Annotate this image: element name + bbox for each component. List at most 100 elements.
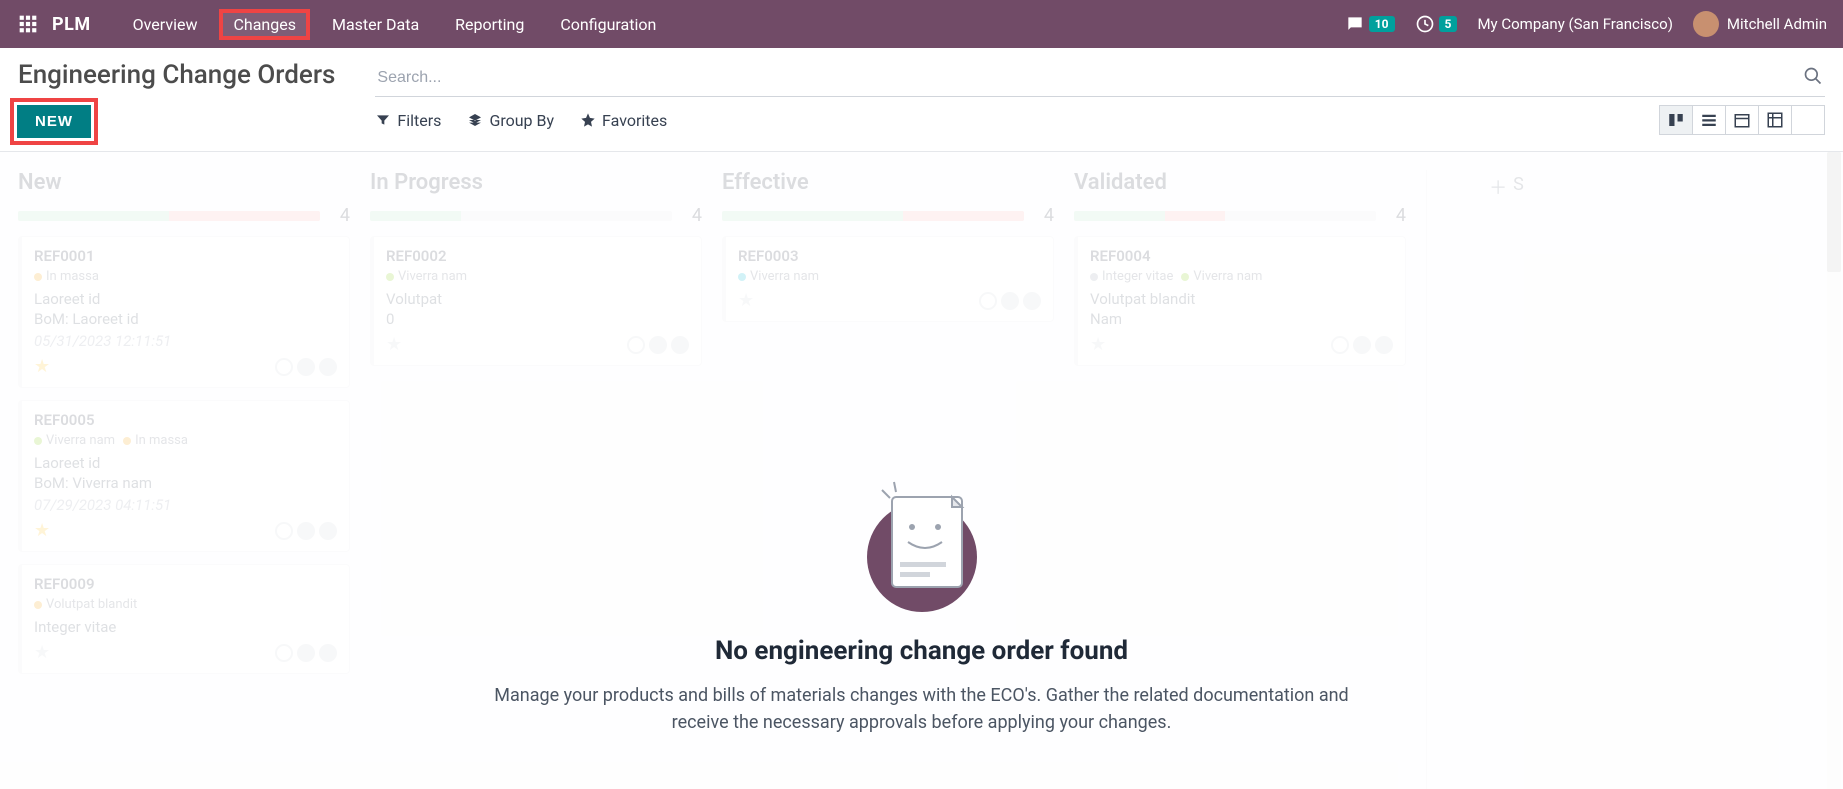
kanban-card[interactable]: REF0002Viverra namVolutpat0★ [370, 236, 702, 366]
empty-state-title: No engineering change order found [472, 636, 1372, 666]
view-calendar[interactable] [1725, 105, 1759, 135]
card-priority-star[interactable]: ★ [34, 520, 50, 541]
card-ref: REF0009 [34, 575, 337, 593]
card-tag-label: Integer vitae [1102, 269, 1173, 284]
apps-launcher[interactable] [16, 12, 40, 36]
card-avatar [649, 336, 667, 354]
add-column-label: S [1513, 174, 1524, 195]
column-title[interactable]: Effective [722, 170, 809, 195]
card-avatar [319, 522, 337, 540]
card-activity-icon[interactable] [1331, 336, 1349, 354]
view-kanban[interactable] [1659, 105, 1693, 135]
layers-icon [467, 112, 483, 128]
nav-overview[interactable]: Overview [119, 9, 212, 40]
list-icon [1700, 111, 1718, 129]
card-avatar [297, 358, 315, 376]
toolbar: Filters Group By Favorites [375, 105, 1825, 135]
column-count: 4 [1386, 205, 1406, 226]
card-tag-label: Volutpat blandit [46, 597, 137, 612]
column-title[interactable]: Validated [1074, 170, 1167, 195]
kanban-card[interactable]: REF0001In massaLaoreet idBoM: Laoreet id… [18, 236, 350, 388]
card-activity-icon[interactable] [275, 644, 293, 662]
brand-label[interactable]: PLM [52, 14, 91, 35]
new-button[interactable]: NEW [17, 105, 91, 138]
discuss-button[interactable]: 10 [1345, 14, 1395, 34]
kanban-card[interactable]: REF0004Integer vitaeViverra namVolutpat … [1074, 236, 1406, 366]
kanban-card[interactable]: REF0003 Viverra nam ★ [722, 236, 1054, 322]
view-switcher [1660, 105, 1825, 135]
card-priority-star[interactable]: ★ [386, 334, 402, 355]
card-tag: Viverra nam [738, 269, 819, 284]
column-count: 4 [682, 205, 702, 226]
nav-configuration[interactable]: Configuration [546, 9, 670, 40]
topbar-right: 10 5 My Company (San Francisco) Mitchell… [1345, 11, 1827, 37]
card-activity-icon[interactable] [275, 522, 293, 540]
column-title[interactable]: In Progress [370, 170, 483, 195]
card-activity-icon[interactable] [627, 336, 645, 354]
star-icon [580, 112, 596, 128]
card-line: Laoreet id [34, 290, 337, 308]
column-progress-bar [18, 211, 320, 221]
card-tag: In massa [123, 433, 188, 448]
plus-icon: ＋ [1489, 174, 1507, 200]
groupby-button[interactable]: Group By [467, 111, 554, 130]
clock-icon [1415, 14, 1435, 34]
card-priority-star[interactable]: ★ [34, 642, 50, 663]
view-pivot[interactable] [1758, 105, 1792, 135]
card-ref: REF0005 [34, 411, 337, 429]
search-button[interactable] [1803, 66, 1823, 90]
nav-changes[interactable]: Changes [219, 9, 310, 40]
card-activity-icon[interactable] [979, 292, 997, 310]
company-selector[interactable]: My Company (San Francisco) [1477, 15, 1672, 33]
vertical-scrollbar[interactable] [1827, 152, 1841, 789]
card-ref: REF0001 [34, 247, 337, 265]
nav-master-data[interactable]: Master Data [318, 9, 433, 40]
card-tag: Volutpat blandit [34, 597, 137, 612]
control-panel: Engineering Change Orders NEW Filters Gr… [0, 48, 1843, 152]
kanban-icon [1667, 111, 1685, 129]
card-priority-star[interactable]: ★ [738, 290, 754, 311]
card-tag-label: Viverra nam [1193, 269, 1262, 284]
activity-button[interactable]: 5 [1415, 14, 1458, 34]
page-title: Engineering Change Orders [18, 60, 335, 90]
card-line: Laoreet id [34, 454, 337, 472]
favorites-label: Favorites [602, 111, 667, 130]
new-button-highlight: NEW [10, 98, 98, 145]
view-graph[interactable] [1791, 105, 1825, 135]
kanban-card[interactable]: REF0005Viverra namIn massaLaoreet idBoM:… [18, 400, 350, 552]
empty-state-icon [842, 462, 1002, 622]
card-avatar [319, 644, 337, 662]
column-progress-bar [722, 211, 1024, 221]
user-menu[interactable]: Mitchell Admin [1693, 11, 1827, 37]
card-line: Volutpat [386, 290, 689, 308]
search-input[interactable] [377, 69, 1803, 87]
nav-reporting[interactable]: Reporting [441, 9, 538, 40]
column-title[interactable]: New [18, 170, 62, 195]
card-tag: Viverra nam [1181, 269, 1262, 284]
card-avatar [671, 336, 689, 354]
card-line: BoM: Viverra nam [34, 474, 337, 492]
avatar [1693, 11, 1719, 37]
card-priority-star[interactable]: ★ [34, 356, 50, 377]
column-count: 4 [330, 205, 350, 226]
card-priority-star[interactable]: ★ [1090, 334, 1106, 355]
column-progress-bar [1074, 211, 1376, 221]
scroll-thumb[interactable] [1827, 152, 1841, 272]
add-column[interactable]: ＋S [1426, 170, 1586, 789]
card-activity-icon[interactable] [275, 358, 293, 376]
card-avatar [297, 644, 315, 662]
kanban-card[interactable]: REF0009Volutpat blanditInteger vitae★ [18, 564, 350, 674]
card-line: 0 [386, 310, 689, 328]
favorites-button[interactable]: Favorites [580, 111, 667, 130]
filters-button[interactable]: Filters [375, 111, 441, 130]
card-date: 07/29/2023 04:11:51 [34, 496, 337, 514]
card-ref: REF0003 [738, 247, 1041, 265]
card-avatar [1375, 336, 1393, 354]
card-tag: In massa [34, 269, 99, 284]
view-list[interactable] [1692, 105, 1726, 135]
card-line: Volutpat blandit [1090, 290, 1393, 308]
chat-icon [1345, 14, 1365, 34]
pivot-icon [1766, 111, 1784, 129]
card-tag: Integer vitae [1090, 269, 1173, 284]
card-tag-label: Viverra nam [398, 269, 467, 284]
